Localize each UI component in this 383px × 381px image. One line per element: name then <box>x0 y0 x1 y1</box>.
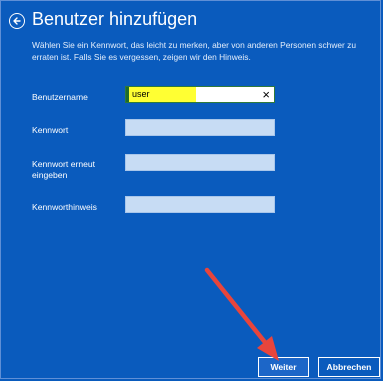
cancel-button[interactable]: Abbrechen <box>318 357 380 377</box>
password-hint-input[interactable] <box>125 196 275 213</box>
username-value: user <box>132 89 150 99</box>
clear-icon[interactable]: × <box>262 87 270 102</box>
next-button[interactable]: Weiter <box>258 357 309 377</box>
password-repeat-input[interactable] <box>125 154 275 171</box>
page-title: Benutzer hinzufügen <box>32 9 198 29</box>
back-button[interactable] <box>9 13 25 29</box>
back-arrow-icon <box>13 17 21 25</box>
page-description: Wählen Sie ein Kennwort, das leicht zu m… <box>32 40 357 62</box>
password-input[interactable] <box>125 119 275 136</box>
username-label: Benutzername <box>32 92 88 102</box>
password-hint-label: Kennworthinweis <box>32 202 97 212</box>
focus-marker <box>126 87 129 102</box>
password-repeat-label: Kennwort erneut eingeben <box>32 159 96 180</box>
username-input[interactable]: user × <box>125 86 275 103</box>
password-label: Kennwort <box>32 125 69 135</box>
